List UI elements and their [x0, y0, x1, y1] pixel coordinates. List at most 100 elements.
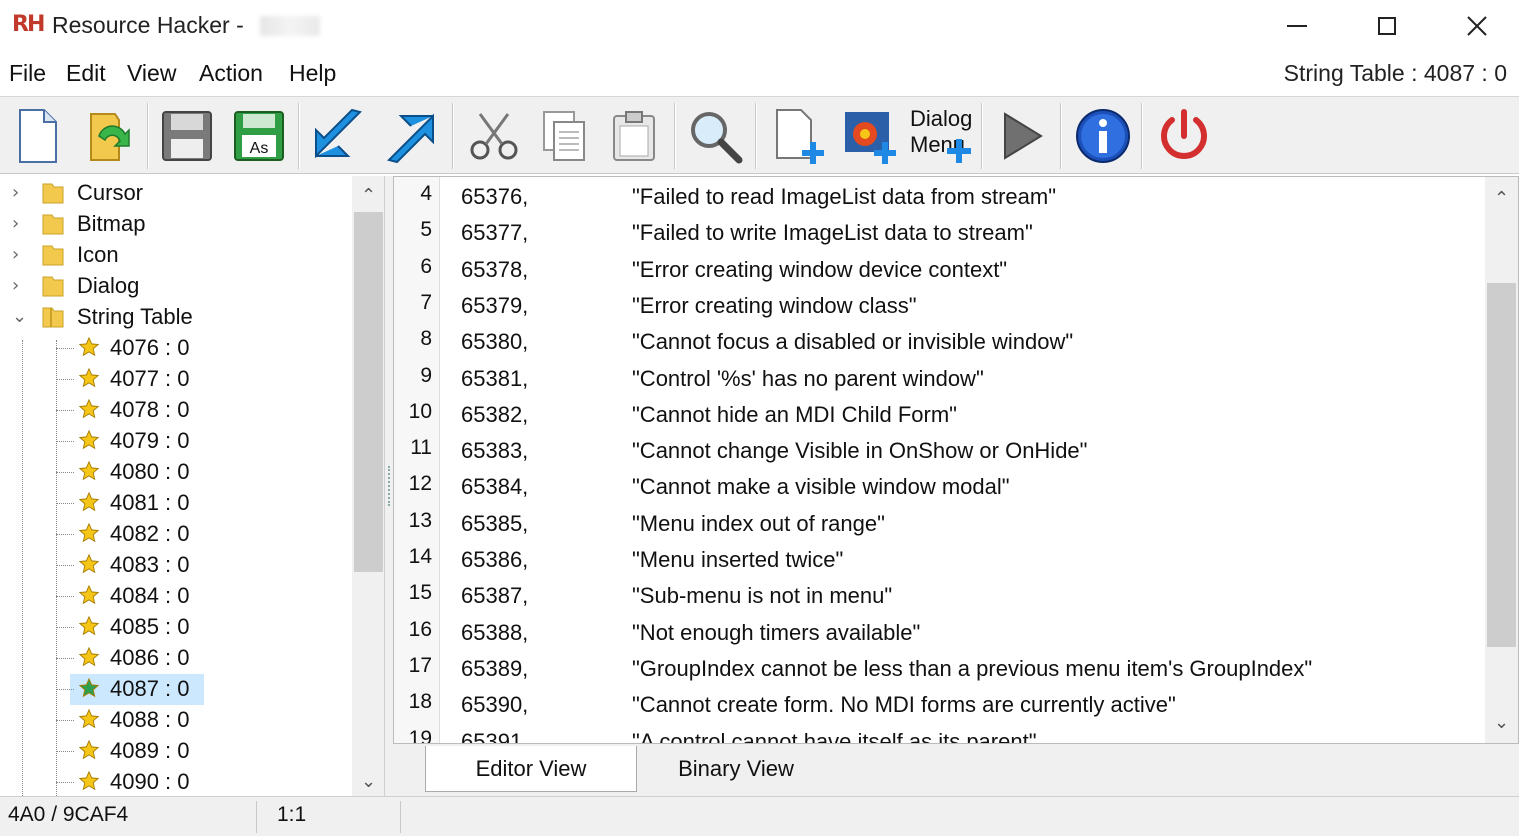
string-value[interactable]: "GroupIndex cannot be less than a previo…	[632, 656, 1312, 682]
string-value[interactable]: "Cannot focus a disabled or invisible wi…	[632, 329, 1073, 355]
string-id[interactable]: 65388,	[461, 620, 528, 646]
tree-item-label: 4088 : 0	[110, 707, 190, 732]
maximize-button[interactable]	[1342, 0, 1432, 52]
string-value[interactable]: "Menu inserted twice"	[632, 547, 843, 573]
tree-item[interactable]: 4082 : 0	[0, 519, 352, 550]
menu-file[interactable]: File	[9, 60, 46, 87]
back-button[interactable]	[303, 101, 373, 171]
scroll-up-icon[interactable]: ⌃	[1485, 183, 1518, 213]
chevron-right-icon[interactable]: ›	[12, 182, 19, 203]
minimize-button[interactable]	[1252, 0, 1342, 52]
menu-help[interactable]: Help	[289, 60, 336, 87]
string-id[interactable]: 65377,	[461, 220, 528, 246]
code-editor[interactable]: 4 65376, "Failed to read ImageList data fr…	[393, 176, 1519, 744]
tree-item[interactable]: 4090 : 0	[0, 767, 352, 796]
string-value[interactable]: "Cannot make a visible window modal"	[632, 474, 1010, 500]
scroll-down-icon[interactable]: ⌄	[352, 766, 384, 796]
string-id[interactable]: 65380,	[461, 329, 528, 355]
tree-item[interactable]: 4080 : 0	[0, 457, 352, 488]
star-icon	[78, 491, 100, 513]
string-value[interactable]: "Failed to write ImageList data to strea…	[632, 220, 1033, 246]
string-id[interactable]: 65391,	[461, 729, 528, 744]
string-id[interactable]: 65390,	[461, 692, 528, 718]
tree-folder-item[interactable]: › Icon	[0, 240, 352, 271]
tree-item[interactable]: 4085 : 0	[0, 612, 352, 643]
svg-text:As: As	[250, 140, 269, 157]
exit-button[interactable]	[1149, 101, 1219, 171]
tree-item[interactable]: 4076 : 0	[0, 333, 352, 364]
tree-item[interactable]: 4088 : 0	[0, 705, 352, 736]
tab-editor-view[interactable]: Editor View	[425, 746, 637, 792]
save-as-button[interactable]: As	[224, 101, 294, 171]
menu-view[interactable]: View	[127, 60, 176, 87]
string-value[interactable]: "Sub-menu is not in menu"	[632, 583, 892, 609]
string-value[interactable]: "Failed to read ImageList data from stre…	[632, 184, 1056, 210]
tree-item[interactable]: 4086 : 0	[0, 643, 352, 674]
chevron-right-icon[interactable]: ›	[12, 213, 19, 234]
tree-item[interactable]: 4078 : 0	[0, 395, 352, 426]
string-id[interactable]: 65383,	[461, 438, 528, 464]
tree-item-selected[interactable]: 4087 : 0	[0, 674, 352, 705]
string-value[interactable]: "Control '%s' has no parent window"	[632, 366, 984, 392]
paste-button[interactable]	[599, 101, 669, 171]
add-image-button[interactable]	[836, 101, 906, 171]
find-button[interactable]	[680, 101, 750, 171]
string-id[interactable]: 65384,	[461, 474, 528, 500]
add-resource-button[interactable]	[764, 101, 834, 171]
string-id[interactable]: 65389,	[461, 656, 528, 682]
tree-item[interactable]: 4089 : 0	[0, 736, 352, 767]
tree-folder-item[interactable]: › Cursor	[0, 178, 352, 209]
string-id[interactable]: 65387,	[461, 583, 528, 609]
editor-scrollbar[interactable]: ⌃ ⌄	[1485, 177, 1518, 743]
tree-item[interactable]: 4081 : 0	[0, 488, 352, 519]
string-id[interactable]: 65379,	[461, 293, 528, 319]
save-button[interactable]	[152, 101, 222, 171]
string-value[interactable]: "Menu index out of range"	[632, 511, 885, 537]
copy-button[interactable]	[529, 101, 599, 171]
string-value[interactable]: "Error creating window device context"	[632, 257, 1007, 283]
tree-connector	[56, 472, 74, 473]
tree-folder-item[interactable]: › Bitmap	[0, 209, 352, 240]
tree-item-label: 4078 : 0	[110, 397, 190, 422]
chevron-right-icon[interactable]: ›	[12, 244, 19, 265]
scrollbar-thumb[interactable]	[354, 212, 383, 572]
panel-splitter[interactable]	[385, 176, 393, 796]
string-value[interactable]: "Not enough timers available"	[632, 620, 920, 646]
run-button[interactable]	[986, 101, 1056, 171]
forward-button[interactable]	[376, 101, 446, 171]
scrollbar-thumb[interactable]	[1487, 283, 1516, 647]
chevron-down-icon[interactable]: ⌄	[12, 306, 27, 327]
string-value[interactable]: "Error creating window class"	[632, 293, 917, 319]
string-value[interactable]: "Cannot create form. No MDI forms are cu…	[632, 692, 1176, 718]
cut-button[interactable]	[459, 101, 529, 171]
resource-tree[interactable]: › Cursor › Bitmap › Icon › Dialog ⌄ String Table 4…	[0, 176, 385, 796]
string-id[interactable]: 65386,	[461, 547, 528, 573]
tab-binary-view[interactable]: Binary View	[641, 746, 831, 792]
scroll-up-icon[interactable]: ⌃	[352, 180, 384, 210]
tree-folder-item[interactable]: › Dialog	[0, 271, 352, 302]
string-id[interactable]: 65376,	[461, 184, 528, 210]
string-id[interactable]: 65382,	[461, 402, 528, 428]
string-id[interactable]: 65378,	[461, 257, 528, 283]
string-value[interactable]: "Cannot change Visible in OnShow or OnHi…	[632, 438, 1087, 464]
scroll-down-icon[interactable]: ⌄	[1485, 707, 1518, 737]
chevron-right-icon[interactable]: ›	[12, 275, 19, 296]
string-id[interactable]: 65385,	[461, 511, 528, 537]
status-bar: 4A0 / 9CAF4 1:1	[0, 796, 1519, 836]
string-value[interactable]: "A control cannot have itself as its par…	[632, 729, 1037, 744]
string-id[interactable]: 65381,	[461, 366, 528, 392]
tree-item[interactable]: 4084 : 0	[0, 581, 352, 612]
tree-item[interactable]: 4079 : 0	[0, 426, 352, 457]
tree-item[interactable]: 4083 : 0	[0, 550, 352, 581]
menu-edit[interactable]: Edit	[66, 60, 106, 87]
string-value[interactable]: "Cannot hide an MDI Child Form"	[632, 402, 957, 428]
tree-folder-item[interactable]: ⌄ String Table	[0, 302, 352, 333]
menu-action[interactable]: Action	[199, 60, 263, 87]
open-button[interactable]	[74, 101, 144, 171]
add-dialog-menu-button[interactable]: Dialog Menu	[906, 101, 976, 171]
new-file-button[interactable]	[2, 101, 72, 171]
about-button[interactable]	[1068, 101, 1138, 171]
tree-item[interactable]: 4077 : 0	[0, 364, 352, 395]
tree-scrollbar[interactable]: ⌃ ⌄	[352, 176, 384, 796]
close-button[interactable]	[1432, 0, 1519, 52]
